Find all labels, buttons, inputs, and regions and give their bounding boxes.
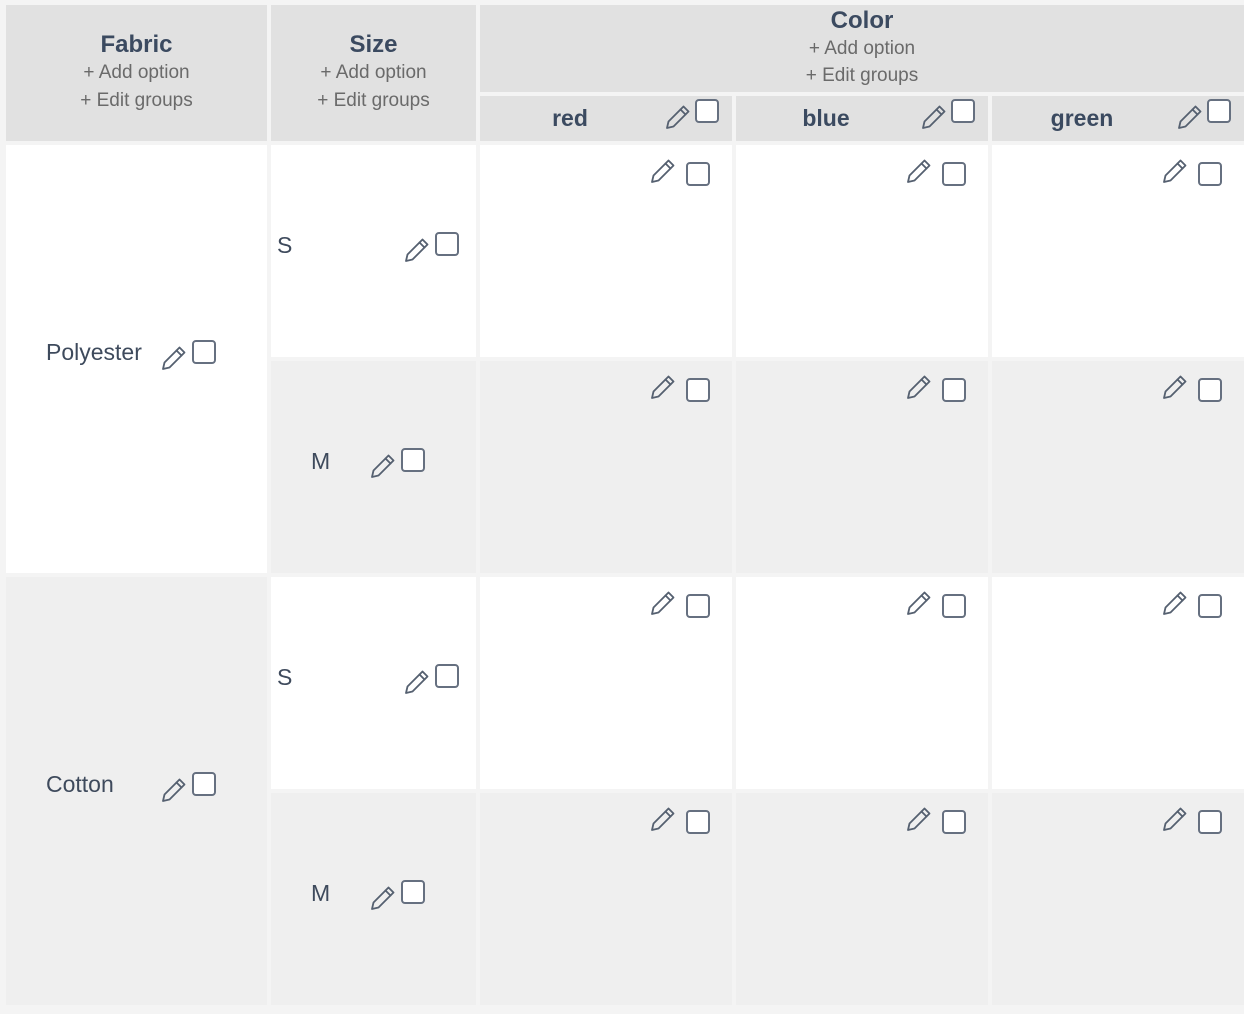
color-option-red: red bbox=[480, 96, 732, 141]
pencil-icon[interactable] bbox=[648, 156, 678, 186]
color-header-title: Color bbox=[830, 7, 894, 34]
pencil-icon[interactable] bbox=[904, 372, 934, 402]
select-checkbox[interactable] bbox=[942, 162, 966, 186]
value-cell bbox=[992, 793, 1244, 1005]
color-option-blue: blue bbox=[736, 96, 988, 141]
color-column-header: Color + Add option + Edit groups bbox=[480, 5, 1244, 92]
select-checkbox[interactable] bbox=[192, 772, 216, 796]
value-cell bbox=[480, 145, 732, 357]
pencil-icon[interactable] bbox=[402, 667, 432, 697]
pencil-icon[interactable] bbox=[368, 451, 398, 481]
pencil-icon[interactable] bbox=[368, 883, 398, 913]
pencil-icon[interactable] bbox=[402, 235, 432, 265]
pencil-icon[interactable] bbox=[1160, 156, 1190, 186]
size-label: M bbox=[311, 448, 331, 474]
pencil-icon[interactable] bbox=[648, 372, 678, 402]
pencil-icon[interactable] bbox=[1160, 372, 1190, 402]
size-cell-polyester-m: M bbox=[271, 361, 476, 573]
color-option-label: blue bbox=[802, 105, 850, 131]
fabric-header-title: Fabric bbox=[100, 31, 173, 58]
select-checkbox[interactable] bbox=[951, 99, 975, 123]
select-checkbox[interactable] bbox=[686, 810, 710, 834]
value-cell bbox=[736, 577, 988, 789]
select-checkbox[interactable] bbox=[1207, 99, 1231, 123]
fabric-column-header: Fabric + Add option + Edit groups bbox=[6, 5, 267, 141]
size-label: S bbox=[277, 664, 293, 690]
size-cell-cotton-s: S bbox=[271, 577, 476, 789]
pencil-icon[interactable] bbox=[904, 804, 934, 834]
value-cell bbox=[992, 361, 1244, 573]
pencil-icon[interactable] bbox=[1160, 588, 1190, 618]
size-column-header: Size + Add option + Edit groups bbox=[271, 5, 476, 141]
size-label: S bbox=[277, 232, 293, 258]
select-checkbox[interactable] bbox=[942, 594, 966, 618]
color-add-option-link[interactable]: + Add option bbox=[480, 35, 1244, 62]
select-checkbox[interactable] bbox=[1198, 378, 1222, 402]
value-cell bbox=[480, 361, 732, 573]
pencil-icon[interactable] bbox=[663, 102, 693, 132]
fabric-label: Cotton bbox=[46, 771, 114, 797]
size-header-title: Size bbox=[349, 31, 398, 58]
pencil-icon[interactable] bbox=[159, 775, 189, 805]
size-add-option-link[interactable]: + Add option bbox=[271, 59, 476, 87]
pencil-icon[interactable] bbox=[904, 156, 934, 186]
select-checkbox[interactable] bbox=[942, 810, 966, 834]
size-label: M bbox=[311, 880, 331, 906]
size-edit-groups-link[interactable]: + Edit groups bbox=[271, 87, 476, 115]
value-cell bbox=[736, 793, 988, 1005]
size-cell-cotton-m: M bbox=[271, 793, 476, 1005]
pencil-icon[interactable] bbox=[904, 588, 934, 618]
fabric-cell-cotton: Cotton bbox=[6, 577, 267, 1005]
color-option-label: red bbox=[552, 105, 588, 131]
fabric-add-option-link[interactable]: + Add option bbox=[6, 59, 267, 87]
value-cell bbox=[736, 145, 988, 357]
select-checkbox[interactable] bbox=[695, 99, 719, 123]
select-checkbox[interactable] bbox=[686, 378, 710, 402]
select-checkbox[interactable] bbox=[686, 162, 710, 186]
size-cell-polyester-s: S bbox=[271, 145, 476, 357]
color-option-green: green bbox=[992, 96, 1244, 141]
select-checkbox[interactable] bbox=[435, 232, 459, 256]
pencil-icon[interactable] bbox=[648, 804, 678, 834]
select-checkbox[interactable] bbox=[401, 880, 425, 904]
select-checkbox[interactable] bbox=[401, 448, 425, 472]
color-option-label: green bbox=[1050, 105, 1114, 131]
value-cell bbox=[480, 577, 732, 789]
select-checkbox[interactable] bbox=[942, 378, 966, 402]
select-checkbox[interactable] bbox=[686, 594, 710, 618]
select-checkbox[interactable] bbox=[192, 340, 216, 364]
select-checkbox[interactable] bbox=[435, 664, 459, 688]
value-cell bbox=[480, 793, 732, 1005]
value-cell bbox=[992, 145, 1244, 357]
fabric-cell-polyester: Polyester bbox=[6, 145, 267, 573]
fabric-edit-groups-link[interactable]: + Edit groups bbox=[6, 87, 267, 115]
fabric-label: Polyester bbox=[46, 339, 142, 365]
pencil-icon[interactable] bbox=[1160, 804, 1190, 834]
pencil-icon[interactable] bbox=[648, 588, 678, 618]
pencil-icon[interactable] bbox=[919, 102, 949, 132]
value-cell bbox=[992, 577, 1244, 789]
value-cell bbox=[736, 361, 988, 573]
select-checkbox[interactable] bbox=[1198, 810, 1222, 834]
pencil-icon[interactable] bbox=[159, 343, 189, 373]
select-checkbox[interactable] bbox=[1198, 594, 1222, 618]
select-checkbox[interactable] bbox=[1198, 162, 1222, 186]
pencil-icon[interactable] bbox=[1175, 102, 1205, 132]
color-edit-groups-link[interactable]: + Edit groups bbox=[480, 62, 1244, 89]
